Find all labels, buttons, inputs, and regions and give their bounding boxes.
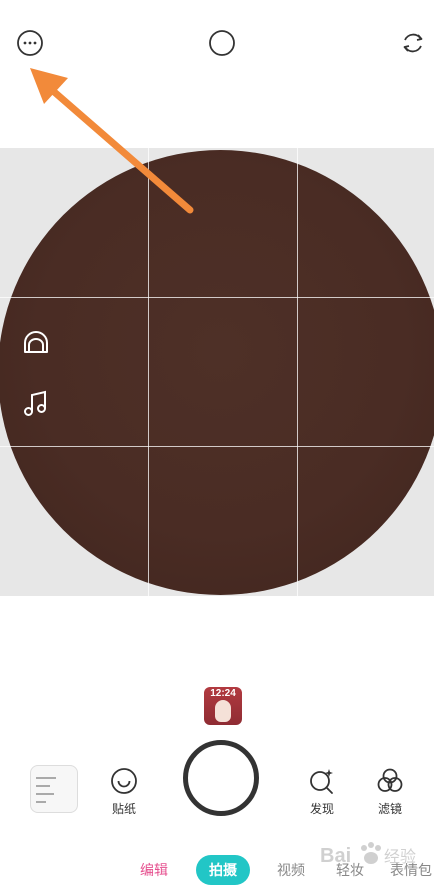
music-button[interactable] xyxy=(20,388,52,420)
tab-shoot[interactable]: 拍摄 xyxy=(196,855,250,885)
thumbnail-face xyxy=(215,700,231,722)
filter-button[interactable] xyxy=(371,764,409,798)
discover-button[interactable] xyxy=(303,764,341,798)
beauty-button[interactable] xyxy=(20,328,52,360)
recent-photo-thumbnail[interactable]: 12:24 xyxy=(204,687,242,725)
filter-circles-icon xyxy=(377,768,403,792)
baidu-watermark: Bai 经验 xyxy=(318,836,428,884)
annotation-arrow xyxy=(30,68,194,214)
svg-text:经验: 经验 xyxy=(384,847,416,866)
paw-logo-icon: Bai 经验 xyxy=(320,842,416,867)
search-sparkle-icon xyxy=(310,769,333,794)
shutter-button[interactable] xyxy=(183,740,259,816)
beauty-icon xyxy=(24,331,48,353)
tab-video[interactable]: 视频 xyxy=(277,860,305,880)
gallery-preview-line xyxy=(36,777,56,779)
thumbnail-time: 12:24 xyxy=(210,688,236,699)
gallery-preview-line xyxy=(36,801,46,803)
smiley-icon xyxy=(111,768,137,794)
svg-text:Bai: Bai xyxy=(320,845,351,867)
gallery-button[interactable] xyxy=(30,765,78,813)
filter-label: 滤镜 xyxy=(377,802,402,816)
grid-line xyxy=(0,297,434,298)
sticker-button[interactable] xyxy=(105,764,143,798)
gallery-preview-line xyxy=(36,793,54,795)
grid-line xyxy=(0,446,434,447)
tab-edit[interactable]: 编辑 xyxy=(140,860,168,880)
music-note-icon xyxy=(24,390,46,416)
sticker-label: 贴纸 xyxy=(111,802,136,816)
gallery-preview-line xyxy=(36,785,50,787)
discover-label: 发现 xyxy=(309,802,334,816)
